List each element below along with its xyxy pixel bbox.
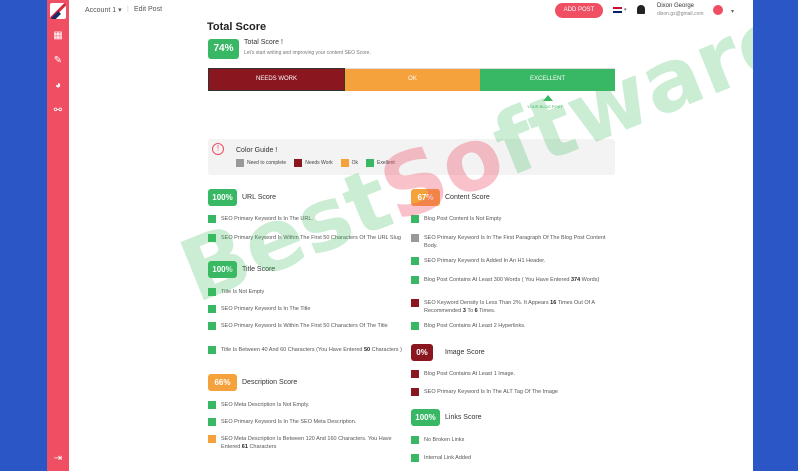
app-window: ▦ ✎ ◕ ⚯ ⇥ Account 1 ▾ | Edit Post ADD PO… bbox=[47, 0, 753, 471]
guide-item-need-complete: Need to complete bbox=[236, 159, 286, 167]
palette-icon[interactable]: ◕ bbox=[52, 80, 64, 92]
total-score-subtitle: Let's start writing and improving your c… bbox=[244, 50, 371, 56]
page-title: Total Score bbox=[207, 21, 267, 33]
nodes-icon[interactable]: ⚯ bbox=[52, 105, 64, 117]
score-pointer-label: YOUR BLOG POST bbox=[527, 104, 563, 109]
color-guide-title: Color Guide ! bbox=[236, 147, 278, 154]
list-item: SEO Primary Keyword Is In The Title bbox=[208, 305, 408, 313]
language-flag-icon[interactable] bbox=[613, 7, 622, 13]
breadcrumb-page: Edit Post bbox=[134, 6, 163, 13]
list-item: SEO Meta Description Is Between 120 And … bbox=[208, 435, 408, 451]
dashboard-icon[interactable]: ▦ bbox=[52, 30, 64, 42]
guide-item-excellent: Exellent bbox=[366, 159, 395, 167]
settings-gear-icon[interactable] bbox=[713, 5, 723, 15]
logout-icon[interactable]: ⇥ bbox=[52, 453, 64, 465]
user-email: dixon.gx@gmail.com bbox=[657, 11, 704, 17]
list-item: SEO Primary Keyword Is Within The First … bbox=[208, 322, 408, 330]
list-item: No Broken Links bbox=[411, 436, 611, 444]
list-item: SEO Primary Keyword Is Within The First … bbox=[208, 234, 408, 242]
account-dropdown[interactable]: Account 1 ▾ bbox=[85, 6, 122, 14]
needs-work-segment: NEEDS WORK bbox=[208, 68, 345, 91]
list-item: Blog Post Contains At Least 2 Hyperlinks… bbox=[411, 322, 611, 330]
info-icon: ! bbox=[212, 143, 224, 155]
color-guide: ! Color Guide ! Need to complete Needs W… bbox=[208, 139, 615, 175]
sidebar: ▦ ✎ ◕ ⚯ ⇥ bbox=[47, 0, 69, 471]
feather-icon[interactable]: ✎ bbox=[52, 55, 64, 67]
list-item: Blog Post Content Is Not Empty bbox=[411, 215, 611, 223]
description-score-title: Description Score bbox=[242, 379, 298, 386]
list-item: SEO Primary Keyword Is In The ALT Tag Of… bbox=[411, 388, 611, 396]
content-score-title: Content Score bbox=[445, 194, 490, 201]
add-post-button[interactable]: ADD POST bbox=[555, 3, 603, 18]
title-score-badge: 100% bbox=[208, 261, 237, 278]
list-item: SEO Primary Keyword Is Added In An H1 He… bbox=[411, 257, 611, 265]
list-item: SEO Primary Keyword Is In The First Para… bbox=[411, 234, 611, 250]
user-menu-chevron-icon[interactable]: ▾ bbox=[731, 8, 734, 15]
ok-segment: OK bbox=[345, 68, 480, 91]
total-score-title: Total Score ! bbox=[244, 39, 283, 46]
list-item: Title Is Between 40 And 60 Characters (Y… bbox=[208, 346, 408, 354]
total-score-badge: 74% bbox=[208, 39, 239, 59]
app-logo[interactable] bbox=[50, 3, 66, 19]
list-item: SEO Keyword Density Is Less Than 2%. It … bbox=[411, 299, 611, 315]
list-item: SEO Meta Description Is Not Empty. bbox=[208, 401, 408, 409]
links-score-title: Links Score bbox=[445, 414, 482, 421]
content-score-badge: 67% bbox=[411, 189, 440, 206]
user-name: Dixon George bbox=[657, 3, 695, 9]
links-score-badge: 100% bbox=[411, 409, 440, 426]
description-score-badge: 66% bbox=[208, 374, 237, 391]
language-dropdown-icon[interactable]: ▾ bbox=[624, 7, 627, 13]
excellent-segment: EXCELLENT bbox=[480, 68, 615, 91]
url-score-badge: 100% bbox=[208, 189, 237, 206]
guide-item-needs-work: Needs Work bbox=[294, 159, 333, 167]
image-score-badge: 0% bbox=[411, 344, 433, 361]
guide-item-ok: Ok bbox=[340, 159, 358, 167]
list-item: Blog Post Contains At Least 1 Image. bbox=[411, 370, 611, 378]
breadcrumb-divider: | bbox=[127, 6, 129, 13]
score-pointer-icon bbox=[543, 95, 553, 101]
list-item: Internal Link Added bbox=[411, 454, 611, 462]
url-score-title: URL Score bbox=[242, 194, 276, 201]
title-score-title: Title Score bbox=[242, 266, 276, 273]
list-item: SEO Primary Keyword Is In The SEO Meta D… bbox=[208, 418, 408, 426]
notification-bell-icon[interactable] bbox=[637, 5, 645, 14]
list-item: SEO Primary Keyword Is In The URL. bbox=[208, 215, 408, 223]
score-bar: NEEDS WORK OK EXCELLENT bbox=[208, 68, 615, 91]
image-score-title: Image Score bbox=[445, 349, 485, 356]
list-item: Blog Post Contains At Least 300 Words ( … bbox=[411, 276, 611, 284]
list-item: Title Is Not Empty bbox=[208, 288, 408, 296]
topbar: Account 1 ▾ | Edit Post bbox=[69, 0, 753, 22]
